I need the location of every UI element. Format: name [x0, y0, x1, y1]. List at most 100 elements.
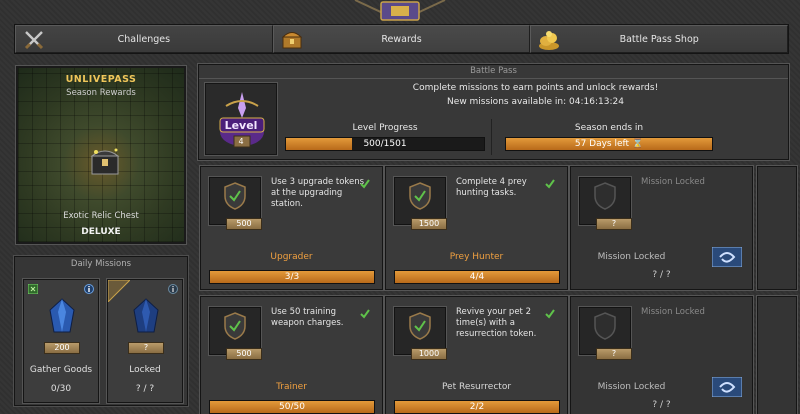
mission-card[interactable]: 500 Use 50 training weapon charges. Trai…	[199, 295, 384, 414]
mission-points: 500	[226, 218, 262, 230]
mission-card[interactable]: 500 Use 3 upgrade tokens at the upgradin…	[199, 165, 384, 291]
daily-missions-panel: Daily Missions 200 Gather Goods 0/30 ? L…	[13, 255, 189, 407]
mission-points: 1500	[411, 218, 447, 230]
promo-item-name: Exotic Relic Chest	[63, 211, 139, 221]
battle-pass-title: Battle Pass	[470, 66, 517, 76]
mission-progress-text: ? / ?	[652, 400, 671, 410]
mission-progress-bar: 3/3	[209, 270, 375, 284]
info-icon[interactable]	[168, 284, 178, 294]
mission-shield-icon	[224, 312, 246, 340]
battle-pass-description: Complete missions to earn points and unl…	[412, 83, 659, 93]
crest-ornament-icon	[354, 0, 446, 21]
treasure-chest-icon	[281, 32, 302, 49]
mission-icon-frame: 1500	[393, 176, 447, 230]
level-progress-label: Level Progress	[352, 123, 418, 133]
mission-shield-icon	[409, 312, 431, 340]
mission-description: Revive your pet 2 time(s) with a resurre…	[456, 307, 537, 339]
mission-progress-text: 3/3	[284, 272, 300, 282]
mission-card-partial[interactable]	[756, 165, 798, 291]
season-ends-text: 57 Days left ⌛	[506, 138, 712, 150]
mission-points: ?	[596, 348, 632, 360]
daily-mission-card[interactable]: 200 Gather Goods 0/30	[22, 278, 100, 404]
tab-challenges[interactable]: Challenges	[15, 25, 273, 53]
mission-description: Mission Locked	[641, 307, 705, 317]
season-ends-bar: 57 Days left ⌛	[505, 137, 713, 151]
info-icon[interactable]	[84, 284, 94, 294]
tab-battle-pass-shop[interactable]: Battle Pass Shop	[530, 25, 789, 53]
mission-card-partial[interactable]	[756, 295, 798, 414]
battle-pass-panel: Battle Pass Level 4 Complete missions to…	[197, 63, 790, 161]
mission-progress-bar: 2/2	[394, 400, 560, 414]
refresh-icon[interactable]	[28, 284, 38, 294]
mission-progress-bar: 4/4	[394, 270, 560, 284]
mission-points: 1000	[411, 348, 447, 360]
mission-progress-text: 4/4	[469, 272, 485, 282]
level-progress-bar: 500/1501	[285, 137, 485, 151]
relic-chest-icon	[90, 148, 120, 175]
mission-progress-text: 2/2	[469, 402, 485, 412]
blue-gem-icon	[133, 298, 159, 333]
mission-card-locked[interactable]: ? Mission Locked Mission Locked ? / ?	[569, 165, 754, 291]
hourglass-icon: ⌛	[631, 139, 644, 149]
promo-title: UNLIVEPASS	[65, 74, 137, 85]
locked-mission-icon	[594, 182, 616, 210]
checkmark-icon	[545, 179, 555, 189]
daily-mission-name: Gather Goods	[29, 365, 93, 375]
season-days-left: 57 Days left	[574, 139, 630, 149]
mission-description: Use 3 upgrade tokens at the upgrading st…	[271, 177, 365, 209]
mission-points: 500	[226, 348, 262, 360]
next-missions-timer: New missions available in: 04:16:13:24	[447, 97, 624, 107]
checkmark-icon	[360, 179, 370, 189]
tab-rewards-label: Rewards	[381, 33, 422, 45]
tab-bar: Challenges Rewards Battle Pass Shop	[14, 24, 789, 54]
mission-icon-frame: 1000	[393, 306, 447, 360]
checkmark-icon	[545, 309, 555, 319]
reroll-swirl-icon[interactable]	[712, 247, 742, 267]
divider	[491, 119, 492, 155]
mission-description: Mission Locked	[641, 177, 705, 187]
daily-mission-name: Locked	[129, 365, 161, 375]
mission-shield-icon	[409, 182, 431, 210]
mission-name: Upgrader	[270, 252, 313, 262]
locked-corner-icon	[108, 280, 130, 302]
level-badge: Level 4	[204, 82, 278, 156]
mission-icon-frame: 500	[208, 176, 262, 230]
checkmark-icon	[360, 309, 370, 319]
mission-icon-frame: ?	[578, 306, 632, 360]
mission-shield-icon	[224, 182, 246, 210]
gold-pile-icon	[539, 31, 560, 50]
mission-points: 200	[44, 342, 80, 354]
mission-progress-bar: 50/50	[209, 400, 375, 414]
tab-battle-pass-shop-label: Battle Pass Shop	[619, 33, 699, 45]
mission-progress-text: 50/50	[279, 402, 305, 412]
divider	[199, 78, 788, 79]
level-word: Level	[224, 119, 258, 132]
daily-missions-title: Daily Missions	[70, 259, 132, 269]
promo-subtitle: Season Rewards	[66, 88, 136, 98]
daily-mission-card-locked[interactable]: ? Locked ? / ?	[106, 278, 184, 404]
tab-challenges-label: Challenges	[117, 33, 171, 45]
mission-points: ?	[596, 218, 632, 230]
daily-mission-progress: 0/30	[50, 384, 72, 394]
mission-icon-frame: ?	[578, 176, 632, 230]
mission-card-locked[interactable]: ? Mission Locked Mission Locked ? / ?	[569, 295, 754, 414]
mission-points: ?	[128, 342, 164, 354]
mission-name: Mission Locked	[597, 382, 666, 392]
mission-description: Complete 4 prey hunting tasks.	[456, 177, 527, 198]
mission-name: Pet Resurrector	[441, 382, 512, 392]
season-rewards-promo[interactable]: UNLIVEPASS Season Rewards Exotic Relic C…	[15, 65, 187, 245]
mission-description: Use 50 training weapon charges.	[271, 307, 344, 328]
level-number: 4	[238, 137, 244, 146]
blue-gem-icon	[49, 298, 75, 333]
season-ends-label: Season ends in	[574, 123, 644, 133]
mission-name: Prey Hunter	[449, 252, 504, 262]
mission-card[interactable]: 1000 Revive your pet 2 time(s) with a re…	[384, 295, 569, 414]
locked-mission-icon	[594, 312, 616, 340]
mission-name: Trainer	[276, 382, 307, 392]
mission-card[interactable]: 1500 Complete 4 prey hunting tasks. Prey…	[384, 165, 569, 291]
reroll-swirl-icon[interactable]	[712, 377, 742, 397]
tab-rewards[interactable]: Rewards	[272, 25, 531, 53]
level-progress-text: 500/1501	[363, 139, 407, 149]
promo-tier: DELUXE	[81, 227, 121, 237]
daily-mission-progress: ? / ?	[135, 384, 155, 394]
